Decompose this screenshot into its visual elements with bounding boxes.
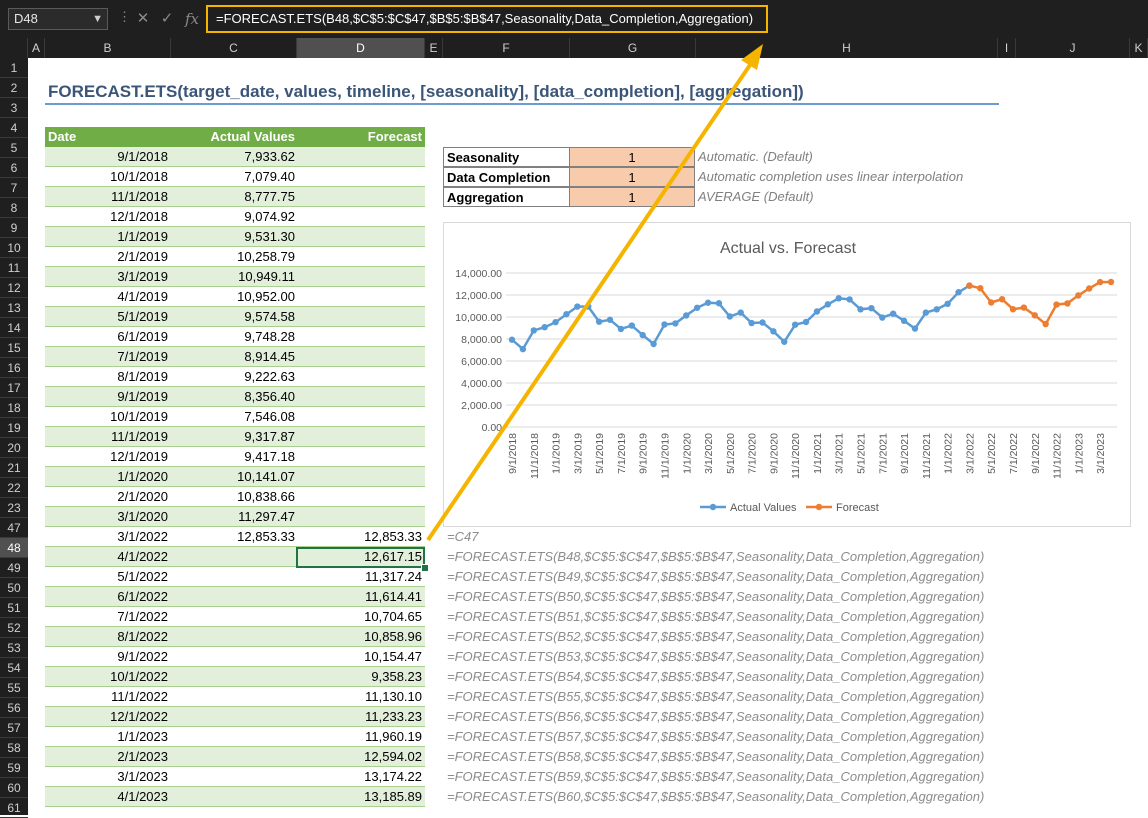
annotation-arrow [426,44,763,542]
arrow-line [426,60,754,542]
arrow-head-icon [741,44,763,70]
